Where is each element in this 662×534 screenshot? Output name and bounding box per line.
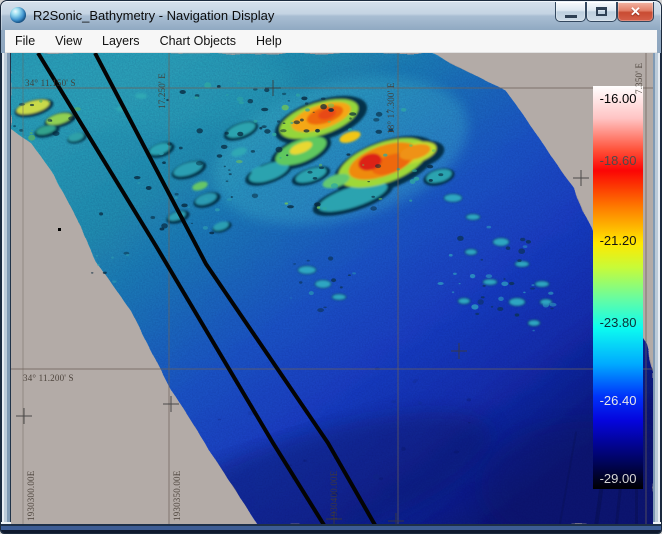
colorbar-tick-label: -16.00 — [593, 92, 643, 106]
titlebar[interactable]: R2Sonic_Bathymetry - Navigation Display … — [1, 1, 661, 30]
depth-colorbar: -16.00 -18.60 -21.20 -23.80 -26.40 -29.00 — [593, 86, 643, 489]
maximize-icon — [596, 7, 607, 16]
window-title: R2Sonic_Bathymetry - Navigation Display — [33, 8, 274, 23]
colorbar-tick-label: -21.20 — [593, 234, 643, 248]
menu-item-layers[interactable]: Layers — [92, 31, 150, 51]
colorbar-tick-label: -29.00 — [593, 472, 643, 486]
colorbar-tick-label: -18.60 — [593, 154, 643, 168]
colorbar-tick-label: -26.40 — [593, 394, 643, 408]
menu-item-view[interactable]: View — [45, 31, 92, 51]
bathymetry-canvas — [11, 53, 653, 524]
application-window: R2Sonic_Bathymetry - Navigation Display … — [0, 0, 662, 534]
close-button[interactable]: ✕ — [617, 2, 654, 22]
menu-item-file[interactable]: File — [5, 31, 45, 51]
minimize-icon — [565, 15, 577, 18]
maximize-button[interactable] — [586, 2, 617, 22]
colorbar-tick-label: -23.80 — [593, 316, 643, 330]
minimize-button[interactable] — [555, 2, 586, 22]
close-icon: ✕ — [630, 5, 641, 18]
map-dot — [58, 228, 61, 231]
menu-item-chart-objects[interactable]: Chart Objects — [150, 31, 246, 51]
menubar: FileViewLayersChart ObjectsHelp — [5, 30, 657, 53]
map-viewport[interactable]: 34° 11.150' S34° 11.200' S17.250' E18° 1… — [11, 53, 653, 524]
globe-icon[interactable] — [10, 7, 26, 23]
window-border-left — [1, 53, 11, 522]
window-frame: FileViewLayersChart ObjectsHelp — [1, 30, 661, 533]
menu-item-help[interactable]: Help — [246, 31, 292, 51]
